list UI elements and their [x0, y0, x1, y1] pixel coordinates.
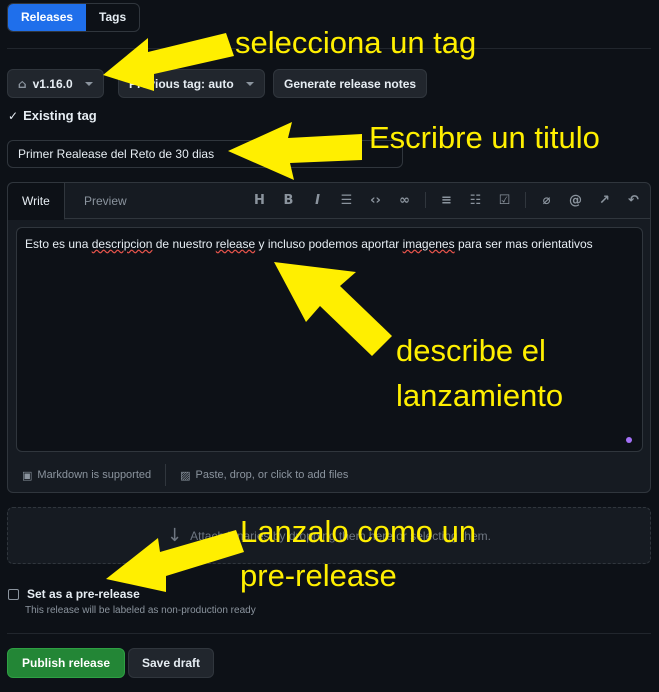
previous-tag-button[interactable]: Previous tag: auto: [118, 69, 265, 98]
divider: [7, 633, 651, 634]
prerelease-label: Set as a pre-release: [27, 587, 140, 601]
undo-icon[interactable]: ↶: [625, 193, 642, 208]
tab-releases[interactable]: Releases: [8, 4, 87, 31]
tag-value: v1.16.0: [32, 76, 73, 91]
body-text: imagenes: [402, 237, 455, 251]
toolbar-separator: [425, 192, 426, 208]
body-text: para ser mas orientativos: [454, 237, 593, 251]
annotation-describe-line1: describe el: [396, 333, 546, 368]
reference-icon[interactable]: ↗: [596, 193, 613, 208]
tag-icon: ⌂: [18, 76, 27, 91]
annotation-prerelease-line2: pre-release: [240, 558, 397, 593]
task-list-icon[interactable]: ☑: [496, 193, 513, 208]
generate-notes-button[interactable]: Generate release notes: [273, 69, 428, 98]
prerelease-hint: This release will be labeled as non-prod…: [25, 605, 256, 616]
release-body-textarea[interactable]: Esto es una descripcion de nuestro relea…: [16, 227, 643, 452]
code-icon[interactable]: ‹›: [367, 193, 384, 208]
mention-icon[interactable]: @: [567, 193, 584, 208]
previous-tag-label: Previous tag: auto: [129, 76, 234, 91]
link-icon[interactable]: ∞: [396, 193, 413, 208]
existing-tag-status: ✓ Existing tag: [8, 108, 97, 123]
bold-icon[interactable]: B: [280, 193, 297, 208]
prerelease-checkbox[interactable]: [8, 588, 19, 600]
tab-tags[interactable]: Tags: [86, 4, 139, 31]
tab-write[interactable]: Write: [8, 183, 65, 220]
attach-files-link[interactable]: Paste, drop, or click to add files: [196, 469, 349, 481]
release-tabs: Releases Tags: [7, 3, 141, 32]
chevron-down-icon: [245, 81, 254, 86]
existing-tag-label: Existing tag: [23, 108, 97, 123]
quote-icon[interactable]: ☰: [338, 193, 355, 208]
editor-footer: ▣ Markdown is supported ▨ Paste, drop, o…: [22, 464, 348, 486]
body-text: release: [215, 237, 256, 251]
heading-icon[interactable]: H: [251, 193, 268, 208]
chevron-down-icon: [84, 81, 93, 86]
markdown-icon: ▣: [22, 468, 33, 482]
body-text: Esto es una: [25, 237, 92, 251]
release-title-input[interactable]: Primer Realease del Reto de 30 dias: [7, 140, 403, 168]
annotation-prerelease-line1: Lanzalo como un: [240, 514, 477, 549]
resize-dot: [626, 437, 632, 443]
arrow-down-icon: ↓: [167, 525, 183, 546]
body-text: descripcion: [91, 237, 153, 251]
italic-icon[interactable]: I: [309, 193, 326, 208]
annotation-tag: selecciona un tag: [235, 25, 477, 60]
annotation-describe-line2: lanzamiento: [396, 378, 564, 413]
unordered-list-icon[interactable]: ☷: [467, 193, 484, 208]
footer-separator: [165, 464, 167, 486]
markdown-supported-link[interactable]: Markdown is supported: [37, 469, 151, 481]
markdown-toolbar: H B I ☰ ‹› ∞ ≡ ☷ ☑ ⌀ @ ↗ ↶: [251, 192, 642, 208]
save-draft-button[interactable]: Save draft: [128, 648, 215, 678]
ordered-list-icon[interactable]: ≡: [438, 193, 455, 208]
publish-release-button[interactable]: Publish release: [7, 648, 126, 678]
toolbar-separator: [525, 192, 526, 208]
editor-tabs: Write Preview H B I ☰ ‹› ∞ ≡ ☷ ☑ ⌀ @ ↗ ↶: [8, 183, 650, 220]
attach-icon[interactable]: ⌀: [538, 193, 555, 208]
prerelease-option[interactable]: Set as a pre-release: [8, 587, 140, 601]
release-notes-editor: Write Preview H B I ☰ ‹› ∞ ≡ ☷ ☑ ⌀ @ ↗ ↶…: [7, 182, 651, 493]
check-icon: ✓: [8, 108, 19, 123]
image-icon: ▨: [180, 468, 191, 482]
annotation-title: Escribre un titulo: [369, 120, 600, 155]
tag-select-button[interactable]: ⌂ v1.16.0: [7, 69, 104, 98]
body-text: y incluso podemos aportar: [255, 237, 403, 251]
generate-notes-label: Generate release notes: [284, 76, 417, 91]
tab-preview[interactable]: Preview: [70, 183, 141, 219]
body-text: de nuestro: [152, 237, 216, 251]
